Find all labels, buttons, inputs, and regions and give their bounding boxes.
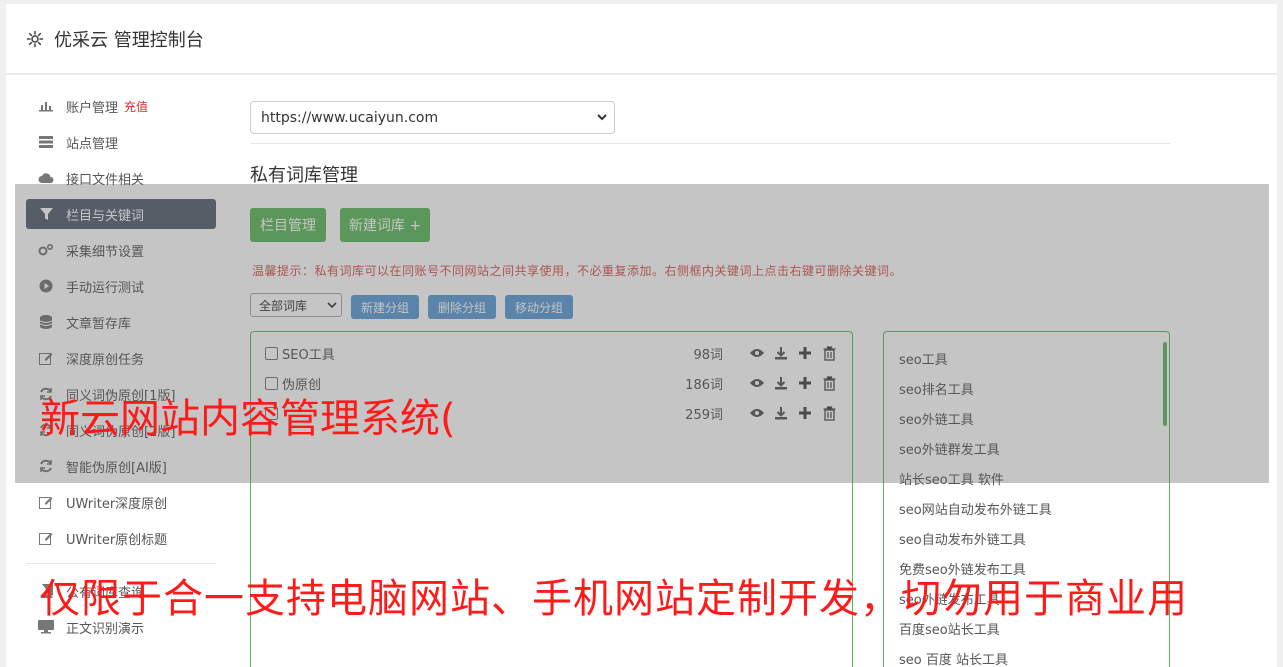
console-header: 优采云 管理控制台 bbox=[6, 4, 1277, 74]
divider bbox=[250, 143, 1170, 144]
keyword-item[interactable]: seo自动发布外链工具 bbox=[899, 529, 1026, 548]
edit-icon bbox=[38, 494, 54, 510]
bar-chart-icon bbox=[38, 98, 54, 114]
site-select-value: https://www.ucaiyun.com bbox=[261, 109, 439, 126]
sidebar-item-label: 账户管理 bbox=[66, 100, 119, 116]
keyword-item[interactable]: seo网站自动发布外链工具 bbox=[899, 499, 1052, 518]
server-icon bbox=[38, 134, 54, 150]
recharge-link[interactable]: 充值 bbox=[124, 98, 148, 115]
sidebar-item-account[interactable]: 账户管理 充值 bbox=[26, 91, 216, 121]
edit-icon bbox=[38, 530, 54, 546]
sidebar-item-sites[interactable]: 站点管理 bbox=[26, 127, 216, 157]
watermark-text: 新云网站内容管理系统( bbox=[40, 396, 456, 442]
gear-icon bbox=[26, 30, 44, 48]
sidebar-item-label: UWriter原创标题 bbox=[66, 532, 168, 548]
sidebar-item-uwriter-original[interactable]: UWriter深度原创 bbox=[26, 487, 216, 517]
keyword-item[interactable]: seo 百度 站长工具 bbox=[899, 649, 1008, 667]
sidebar-divider bbox=[26, 563, 216, 564]
chevron-down-icon bbox=[596, 110, 608, 128]
watermark-text: 仅限于合一支持电脑网站、手机网站定制开发，切勿用于商业用 bbox=[40, 576, 1188, 622]
sidebar-item-uwriter-title[interactable]: UWriter原创标题 bbox=[26, 523, 216, 553]
console-title: 优采云 管理控制台 bbox=[54, 29, 204, 51]
site-select[interactable]: https://www.ucaiyun.com bbox=[250, 101, 615, 134]
sidebar-item-label: 站点管理 bbox=[66, 136, 119, 152]
sidebar-item-label: UWriter深度原创 bbox=[66, 496, 168, 512]
